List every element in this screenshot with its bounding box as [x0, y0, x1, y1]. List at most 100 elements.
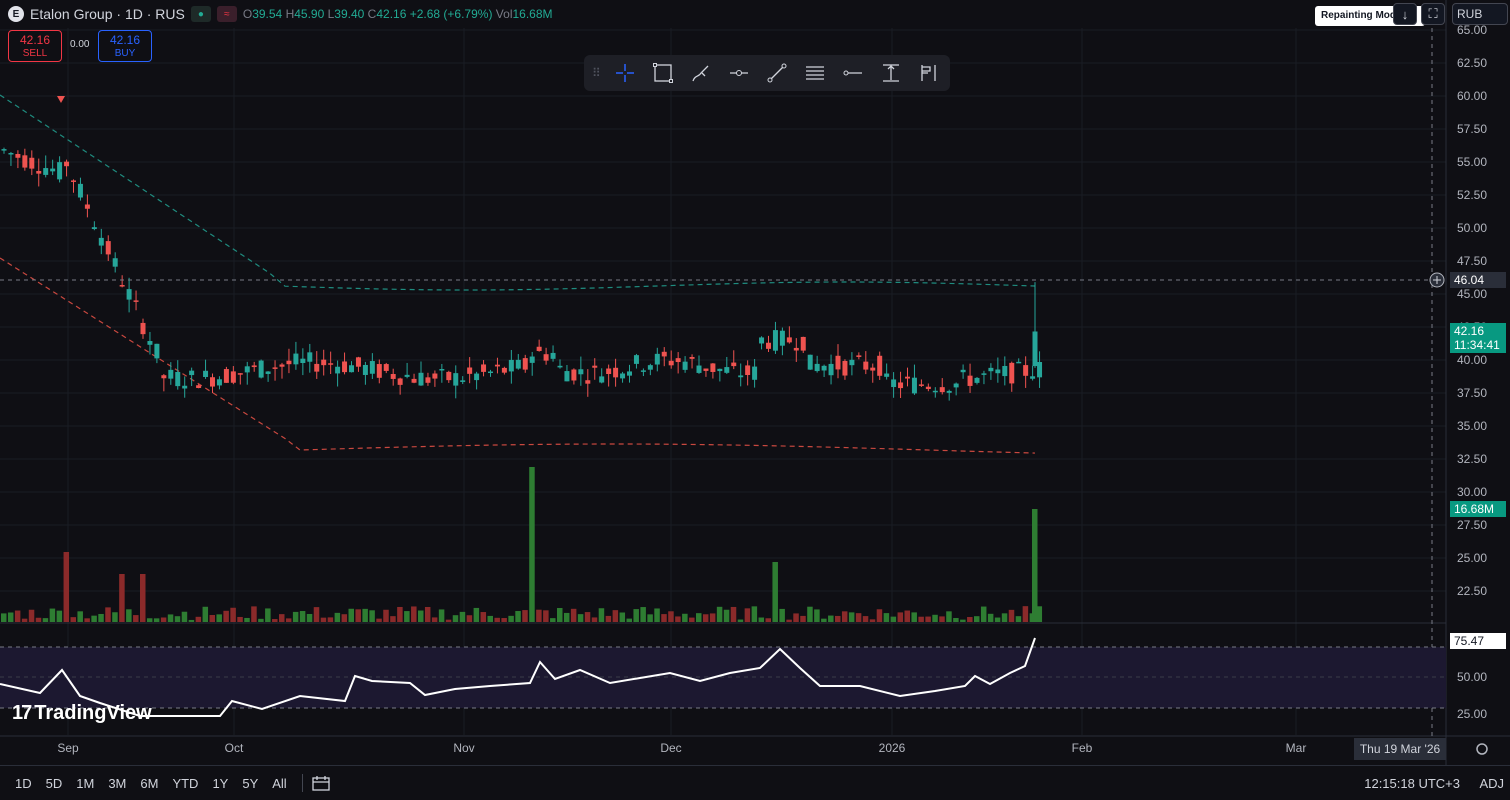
- candle-body: [800, 336, 806, 351]
- range-5y[interactable]: 5Y: [235, 776, 265, 791]
- candle-body: [105, 241, 111, 255]
- market-open-icon: ●: [190, 6, 211, 22]
- adjust-toggle[interactable]: ADJ: [1479, 776, 1504, 791]
- candle-body: [717, 368, 723, 372]
- price-tick-label: 47.50: [1457, 254, 1487, 268]
- candle-body: [22, 155, 28, 168]
- price-range-icon[interactable]: [878, 60, 904, 86]
- candle-body: [995, 369, 1001, 374]
- candle-body: [237, 373, 243, 375]
- ohlc-values: O39.54 H45.90 L39.40 C42.16 +2.68 (+6.79…: [242, 7, 553, 21]
- candle-body: [1009, 362, 1015, 384]
- volume-bar: [925, 616, 931, 622]
- candle-body: [411, 378, 417, 383]
- range-all[interactable]: All: [265, 776, 293, 791]
- long-position-icon[interactable]: [916, 60, 942, 86]
- candle-body: [911, 377, 917, 394]
- price-tick-label: 30.00: [1457, 485, 1487, 499]
- brush-icon[interactable]: [688, 60, 714, 86]
- volume-bar: [709, 613, 716, 622]
- price-tick-label: 27.50: [1457, 518, 1487, 532]
- bar-countdown: 11:34:41: [1454, 338, 1500, 352]
- candle-body: [633, 355, 639, 364]
- volume-bar: [536, 609, 542, 622]
- buy-button[interactable]: 42.16 BUY: [98, 30, 152, 62]
- candle-body: [272, 367, 278, 369]
- horizontal-line-icon[interactable]: [840, 60, 866, 86]
- volume-bar: [21, 618, 28, 622]
- volume-bar: [452, 615, 459, 622]
- range-5d[interactable]: 5D: [39, 776, 70, 791]
- volume-bar: [737, 619, 744, 622]
- volume-bar: [807, 606, 813, 622]
- volume-bar: [42, 618, 49, 622]
- candle-body: [161, 375, 167, 379]
- arrow-down-icon[interactable]: ↓: [1393, 3, 1417, 25]
- sell-button[interactable]: 42.16 SELL: [8, 30, 62, 62]
- rsi-value-label: 75.47: [1450, 633, 1506, 649]
- crosshair-icon[interactable]: [612, 60, 638, 86]
- trend-line-icon[interactable]: [764, 60, 790, 86]
- volume-bar: [675, 616, 681, 622]
- horizontal-ray-icon[interactable]: [726, 60, 752, 86]
- volume-bar: [696, 613, 702, 622]
- volume-bar: [404, 611, 410, 622]
- sell-price: 42.16: [19, 33, 51, 47]
- candle-body: [15, 153, 21, 158]
- drag-handle-icon[interactable]: ⠿: [592, 66, 601, 80]
- volume-bar: [418, 610, 424, 622]
- tradingview-logo[interactable]: 17 TradingView: [12, 702, 152, 725]
- volume-bar: [577, 614, 584, 622]
- volume-bar: [49, 608, 56, 622]
- price-chart[interactable]: 65.00 62.50 60.00 57.50 55.00 52.50 50.00 47.50…: [0, 0, 1510, 800]
- fib-retracement-icon[interactable]: [802, 60, 828, 86]
- spread-value: 0.00: [70, 39, 90, 50]
- rectangle-icon[interactable]: [650, 60, 676, 86]
- range-3m[interactable]: 3M: [101, 776, 133, 791]
- rsi-tick-label: 50.00: [1457, 670, 1487, 684]
- volume-bar: [362, 608, 368, 622]
- candle-body: [258, 360, 264, 378]
- volume-bar: [522, 610, 528, 622]
- volume-bar: [772, 562, 778, 622]
- candle-body: [613, 367, 619, 378]
- volume-bar: [320, 617, 327, 622]
- time-axis-label: Mar: [1286, 741, 1307, 755]
- volume-price-label: 16.68M: [1450, 501, 1506, 517]
- candle-body: [884, 373, 890, 377]
- volume-bar: [779, 608, 785, 622]
- candle-body: [91, 227, 97, 230]
- volume-bar: [1001, 613, 1008, 622]
- candle-body: [849, 359, 855, 366]
- candle-body: [1030, 376, 1036, 379]
- candle-body: [1, 149, 7, 151]
- candle-body: [759, 337, 765, 344]
- currency-selector[interactable]: RUB: [1452, 3, 1508, 25]
- fullscreen-icon[interactable]: ⛶: [1421, 3, 1445, 25]
- data-status-badge[interactable]: ≈: [216, 6, 237, 22]
- volume-bar: [563, 612, 570, 622]
- symbol-title[interactable]: Etalon Group · 1D · RUS: [30, 6, 185, 22]
- volume-bar: [765, 618, 771, 622]
- range-6m[interactable]: 6M: [133, 776, 165, 791]
- range-ytd[interactable]: YTD: [165, 776, 205, 791]
- range-1d[interactable]: 1D: [8, 776, 39, 791]
- volume-bar: [501, 618, 507, 622]
- candle-body: [383, 364, 389, 371]
- candle-body: [501, 367, 507, 373]
- date-range-icon[interactable]: [311, 774, 331, 792]
- volume-bar: [1022, 606, 1029, 622]
- clock-timezone[interactable]: 12:15:18 UTC+3: [1364, 776, 1460, 791]
- candle-body: [508, 359, 514, 372]
- candle-body: [293, 353, 299, 365]
- tradingview-mark-icon: 17: [12, 702, 32, 724]
- symbol-logo-icon: E: [8, 6, 24, 22]
- low-value: 39.40: [334, 7, 365, 21]
- range-1y[interactable]: 1Y: [205, 776, 235, 791]
- volume-bar: [306, 613, 313, 622]
- candle-body: [133, 300, 139, 302]
- volume-bar: [557, 608, 563, 622]
- range-1m[interactable]: 1M: [69, 776, 101, 791]
- candle-body: [279, 364, 285, 367]
- volume-bar: [279, 614, 285, 622]
